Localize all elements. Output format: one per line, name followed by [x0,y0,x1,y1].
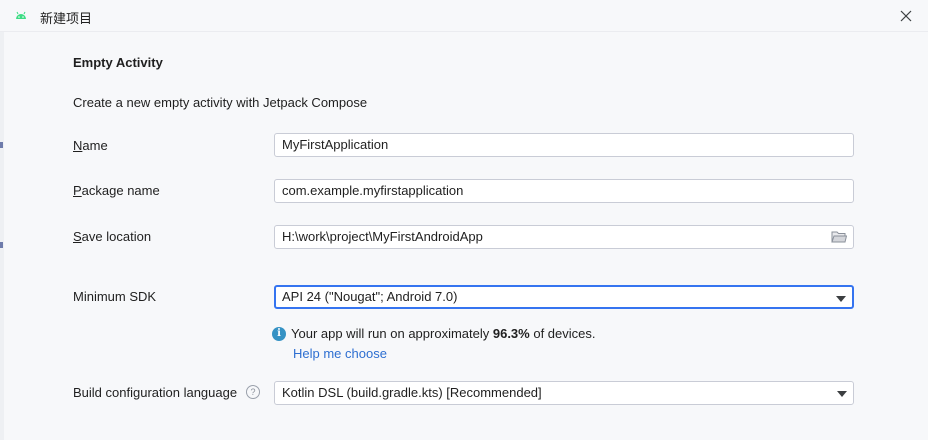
folder-icon[interactable] [831,230,847,244]
coverage-text: Your app will run on approximately 96.3%… [291,326,596,341]
help-me-choose-link[interactable]: Help me choose [293,346,387,361]
left-gutter [0,32,4,440]
package-name-input[interactable]: com.example.myfirstapplication [274,179,854,203]
close-icon[interactable] [898,8,914,24]
label-text: ackage name [81,183,160,198]
mnemonic: P [73,183,82,198]
coverage-prefix: Your app will run on approximately [291,326,493,341]
info-icon: i [272,327,286,341]
window-title: 新建项目 [40,12,93,27]
template-description: Create a new empty activity with Jetpack… [73,95,368,110]
title-bar: 新建项目 [0,0,928,32]
template-heading: Empty Activity [73,55,163,70]
mnemonic: S [73,229,82,244]
coverage-suffix: of devices. [529,326,596,341]
label-text: ave location [81,229,152,244]
mnemonic: N [73,138,83,153]
build-language-value: Kotlin DSL (build.gradle.kts) [Recommend… [282,385,542,400]
minimum-sdk-select[interactable]: API 24 ("Nougat"; Android 7.0) [274,285,854,309]
minimum-sdk-label: Minimum SDK [73,289,157,304]
chevron-down-icon [836,296,846,302]
name-label: Name [73,138,108,153]
gutter-marker [0,242,3,248]
coverage-percent: 96.3% [492,326,530,341]
gutter-marker [0,142,3,148]
label-text: ame [82,138,108,153]
android-studio-icon [16,11,26,19]
name-input[interactable]: MyFirstApplication [274,133,854,157]
chevron-down-icon [837,391,847,397]
package-name-label: Package name [73,183,160,198]
save-location-value: H:\work\project\MyFirstAndroidApp [282,229,483,244]
minimum-sdk-value: API 24 ("Nougat"; Android 7.0) [282,289,458,304]
build-language-label: Build configuration language [73,385,238,400]
save-location-input[interactable]: H:\work\project\MyFirstAndroidApp [274,225,854,249]
build-language-select[interactable]: Kotlin DSL (build.gradle.kts) [Recommend… [274,381,854,405]
save-location-label: Save location [73,229,151,244]
help-icon[interactable]: ? [246,385,260,399]
